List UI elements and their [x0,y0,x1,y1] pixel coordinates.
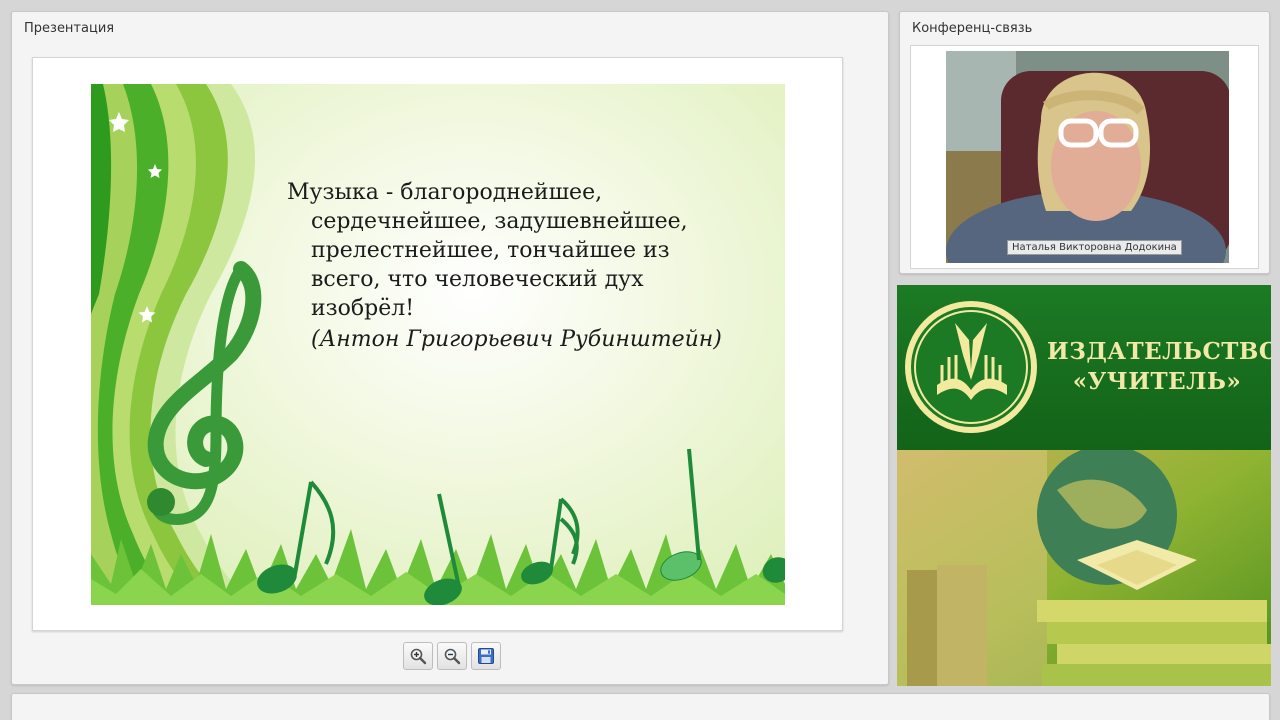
presentation-panel: Презентация Музыка - благороднейшее, сер… [11,11,889,685]
publisher-logo-icon [905,301,1037,433]
webcam-video[interactable]: Наталья Викторовна Додокина [946,51,1229,263]
publisher-banner: ИЗДАТЕЛЬСТВО «УЧИТЕЛЬ» [897,285,1271,686]
quote-line-4: всего, что человеческий дух [311,267,644,292]
zoom-out-icon [444,648,461,665]
quote-line-2: сердечнейшее, задушевнейшее, [311,209,688,234]
quote-author: (Антон Григорьевич Рубинштейн) [311,327,722,352]
publisher-name-line1: ИЗДАТЕЛЬСТВО [1047,338,1271,365]
video-frame: Наталья Викторовна Додокина [910,45,1259,269]
save-button[interactable] [471,642,501,670]
zoom-in-button[interactable] [403,642,433,670]
publisher-header: ИЗДАТЕЛЬСТВО «УЧИТЕЛЬ» [897,285,1271,450]
conference-panel: Конференц-связь Наталья Викторовна Додок… [899,11,1270,274]
slide-viewport[interactable]: Музыка - благороднейшее, сердечнейшее, з… [32,57,843,631]
conference-title: Конференц-связь [912,21,1033,36]
quote-line-1: Музыка - благороднейшее, [287,180,603,205]
slide-quote: Музыка - благороднейшее, сердечнейшее, з… [287,178,743,323]
save-icon [478,648,494,664]
presentation-title: Презентация [24,21,115,36]
publisher-name: ИЗДАТЕЛЬСТВО «УЧИТЕЛЬ» [1047,337,1271,397]
publisher-name-line2: «УЧИТЕЛЬ» [1072,368,1242,395]
bottom-panel [11,693,1270,720]
zoom-in-icon [410,648,427,665]
slide: Музыка - благороднейшее, сердечнейшее, з… [91,84,785,605]
webcam-image [946,51,1229,263]
quote-line-5: изобрёл! [311,296,415,321]
slide-toolbar [403,642,501,670]
publisher-photo [897,445,1271,686]
quote-line-3: прелестнейшее, тончайшее из [311,238,670,263]
zoom-out-button[interactable] [437,642,467,670]
participant-name-tag: Наталья Викторовна Додокина [1007,240,1182,255]
books-globe-image [897,445,1271,686]
